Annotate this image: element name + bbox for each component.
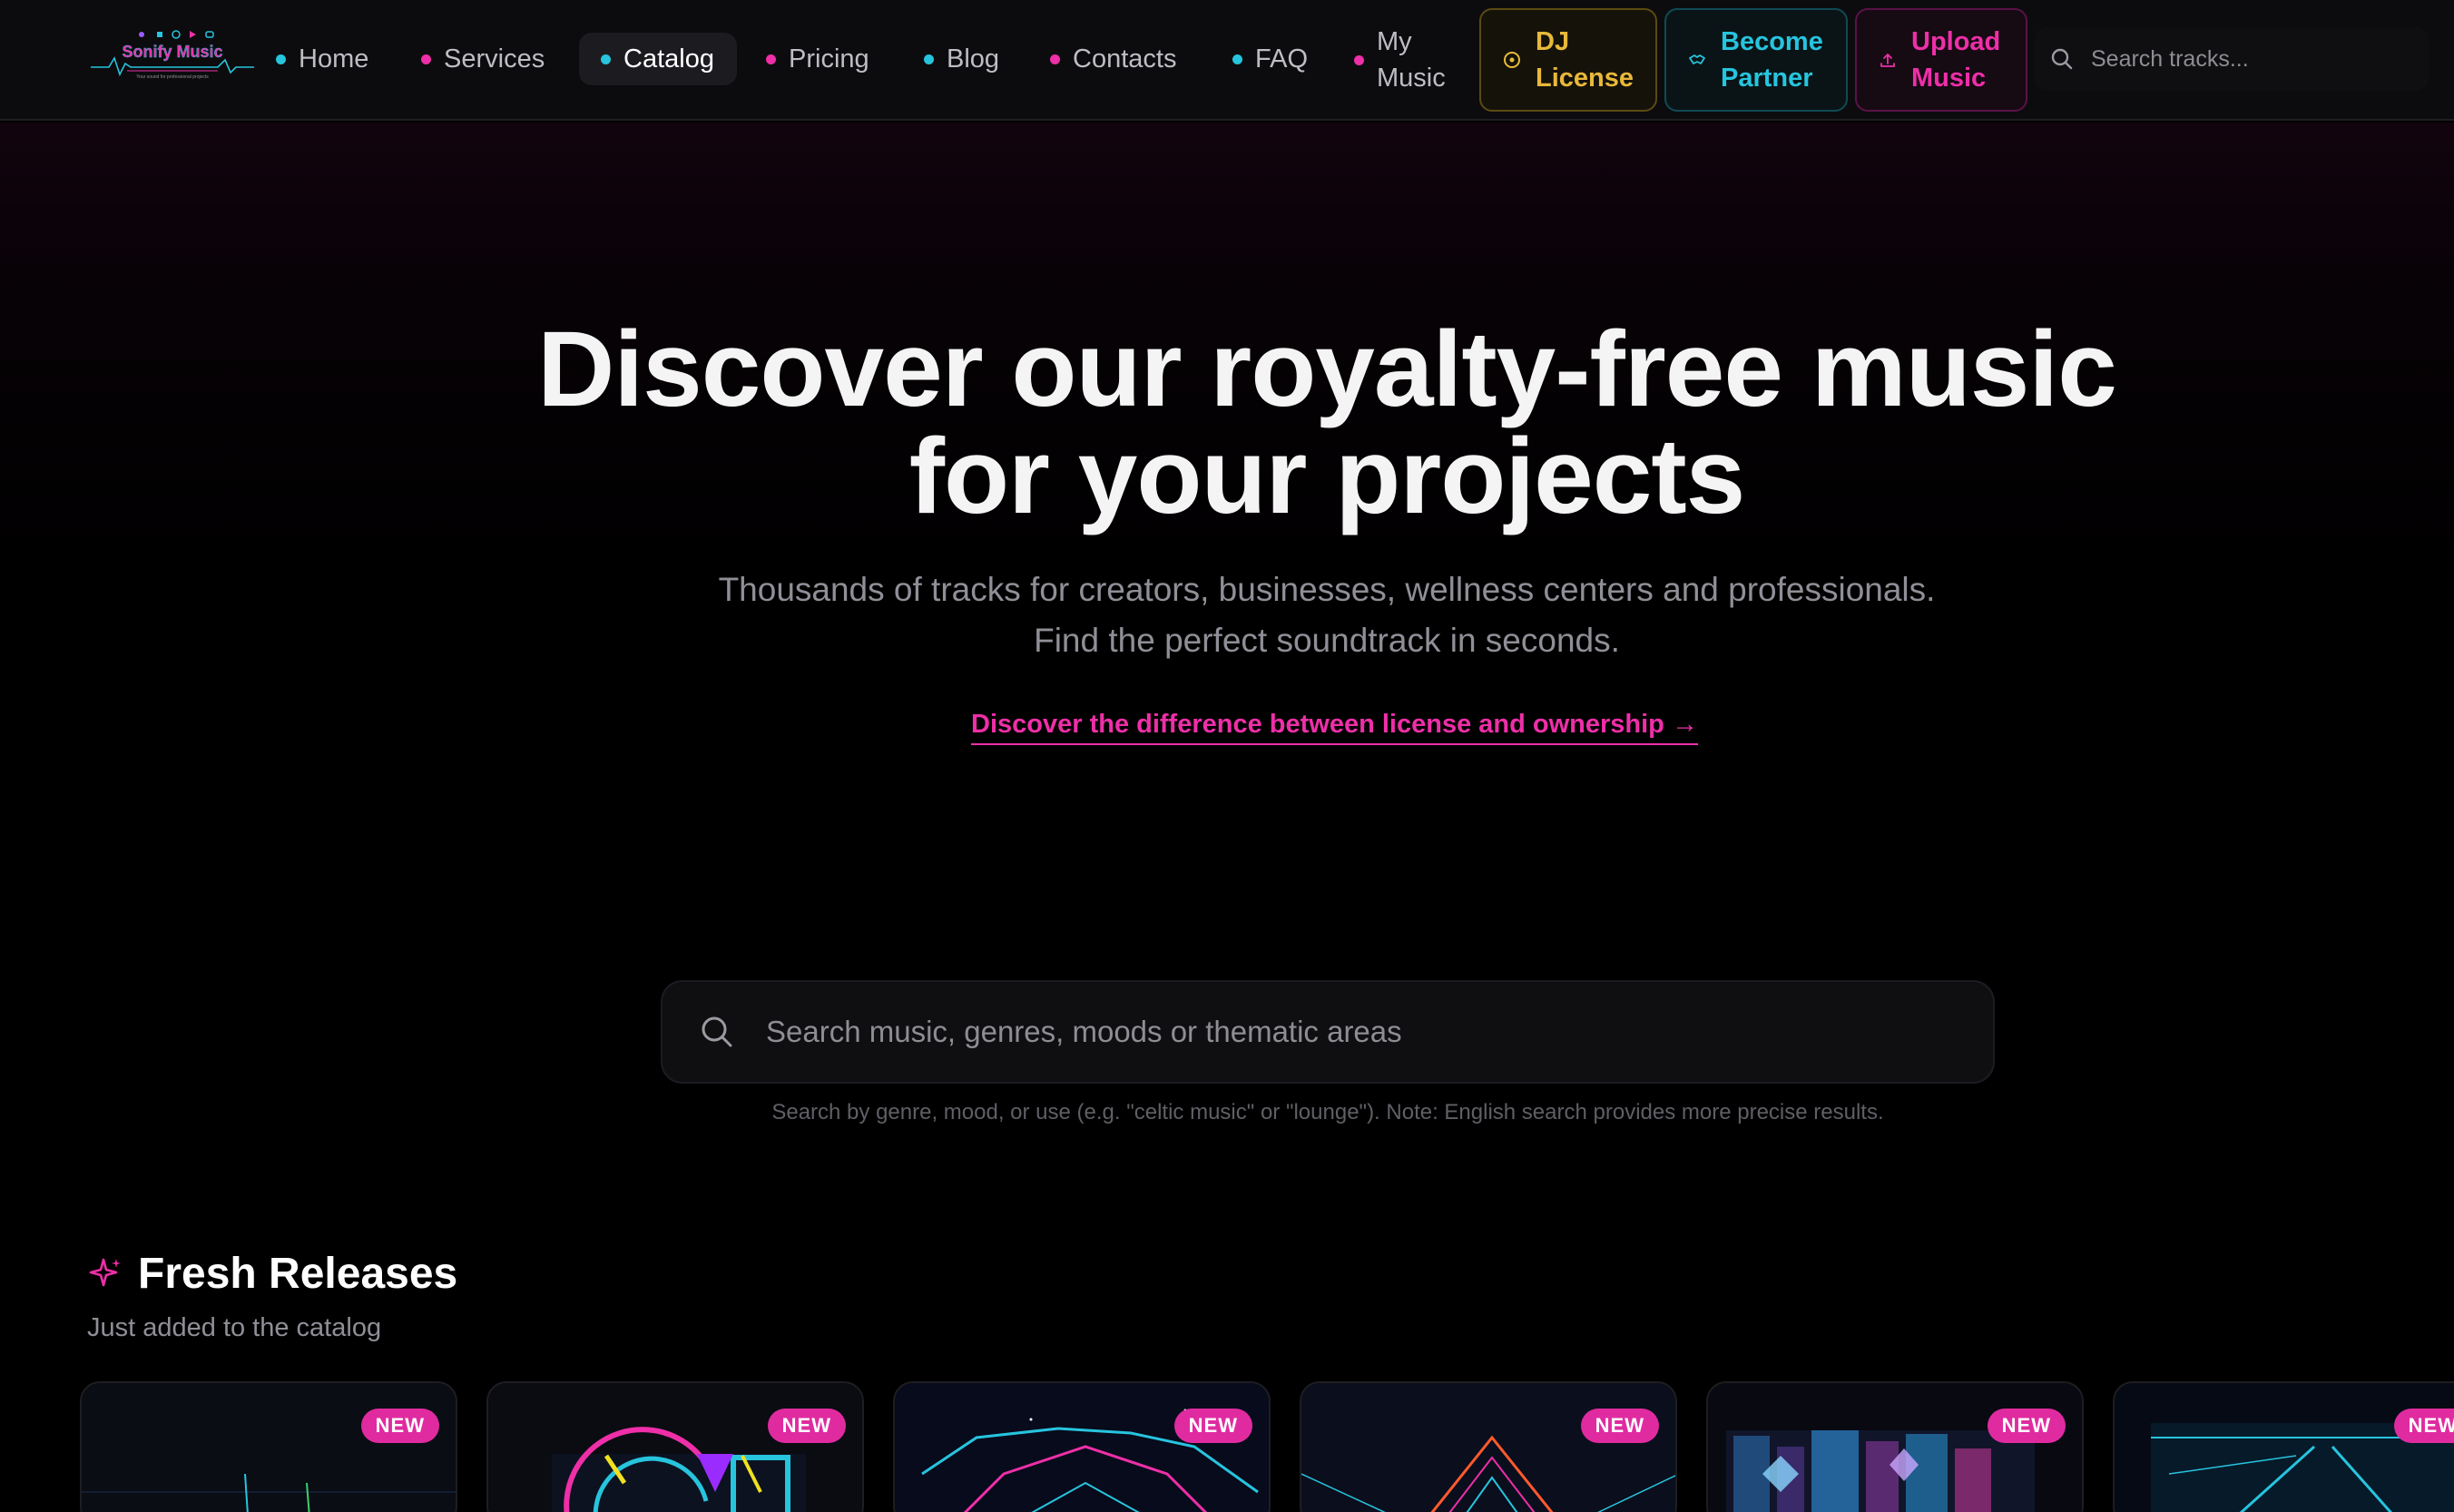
nav-my-music-label: My Music xyxy=(1377,27,1446,93)
nav-blog[interactable]: Blog xyxy=(924,33,999,85)
nav-pricing-label: Pricing xyxy=(789,44,869,74)
nav-services-label: Services xyxy=(444,44,545,74)
nav-faq-label: FAQ xyxy=(1255,44,1309,74)
nav-my-music[interactable]: My Music xyxy=(1354,24,1458,96)
nav-catalog-label: Catalog xyxy=(623,44,714,74)
nav-blog-label: Blog xyxy=(947,44,1000,74)
album-art-neon-geometric-shapes xyxy=(488,1383,862,1512)
logo-wordmark: Sonify Music xyxy=(122,43,222,61)
nav-dot xyxy=(1050,54,1060,64)
new-badge: NEW xyxy=(1173,1409,1252,1443)
album-art-neon-city-skyline xyxy=(1708,1383,2082,1512)
album-art-neon-tunnel xyxy=(2115,1383,2454,1512)
main-search-input[interactable] xyxy=(766,1015,1946,1049)
nav-search-input[interactable] xyxy=(2091,45,2418,73)
search-hint: Search by genre, mood, or use (e.g. "cel… xyxy=(771,1100,1884,1124)
nav-dot xyxy=(276,54,286,64)
album-art-neon-triangle-lights xyxy=(895,1383,1269,1512)
fresh-releases-subtitle: Just added to the catalog xyxy=(87,1313,382,1342)
nav-home-label: Home xyxy=(299,44,369,74)
upload-icon xyxy=(1880,54,1895,67)
dj-license-button[interactable]: DJ License xyxy=(1479,8,1657,112)
new-badge: NEW xyxy=(1580,1409,1659,1443)
upload-music-label: Upload Music xyxy=(1911,27,2001,93)
release-card[interactable]: NEW xyxy=(1300,1381,1677,1512)
brand-logo[interactable]: Sonify Music Your sound for professional… xyxy=(91,27,254,83)
release-card[interactable]: NEW xyxy=(893,1381,1271,1512)
top-navbar: Sonify Music Your sound for professional… xyxy=(0,0,2454,121)
nav-dot xyxy=(924,54,934,64)
release-card[interactable]: NEW xyxy=(2113,1381,2454,1512)
license-vs-ownership-link[interactable]: Discover the difference between license … xyxy=(971,710,1698,745)
new-badge: NEW xyxy=(2393,1409,2454,1443)
fresh-releases-title: Fresh Releases xyxy=(138,1250,458,1298)
nav-pricing[interactable]: Pricing xyxy=(766,33,869,85)
become-partner-label: Become Partner xyxy=(1721,27,1823,93)
nav-faq[interactable]: FAQ xyxy=(1232,33,1308,85)
dj-license-label: DJ License xyxy=(1536,27,1634,93)
nav-dot xyxy=(766,54,776,64)
search-icon xyxy=(2051,48,2073,70)
album-art-neon-mountain-peaks xyxy=(1301,1383,1675,1512)
hero-title: Discover our royalty-free music for your… xyxy=(537,309,2117,536)
new-badge: NEW xyxy=(767,1409,846,1443)
release-card[interactable]: NEW xyxy=(1706,1381,2084,1512)
album-art-neon-city-grid xyxy=(82,1383,456,1512)
nav-catalog[interactable]: Catalog xyxy=(579,33,737,85)
nav-search-box[interactable] xyxy=(2035,27,2429,91)
handshake-icon xyxy=(1689,54,1705,64)
sparkles-icon xyxy=(89,1258,121,1286)
fresh-releases-heading: Fresh Releases xyxy=(87,1249,457,1299)
vinyl-icon xyxy=(1504,52,1520,68)
release-card[interactable]: NEW xyxy=(486,1381,864,1512)
new-badge: NEW xyxy=(360,1409,439,1443)
nav-home[interactable]: Home xyxy=(276,33,368,85)
nav-dot xyxy=(1354,54,1364,65)
upload-music-button[interactable]: Upload Music xyxy=(1855,8,2027,112)
release-card[interactable]: NEW xyxy=(80,1381,457,1512)
nav-dot xyxy=(1232,54,1242,64)
search-icon xyxy=(702,1016,732,1047)
nav-dot xyxy=(421,54,431,64)
nav-contacts-label: Contacts xyxy=(1073,44,1177,74)
main-search-box[interactable] xyxy=(661,980,1995,1084)
nav-dot xyxy=(601,54,611,64)
become-partner-button[interactable]: Become Partner xyxy=(1664,8,1848,112)
new-badge: NEW xyxy=(1987,1409,2066,1443)
nav-contacts[interactable]: Contacts xyxy=(1050,33,1176,85)
nav-services[interactable]: Services xyxy=(421,33,545,85)
hero-subtitle: Thousands of tracks for creators, busine… xyxy=(718,571,1936,659)
logo-tagline: Your sound for professional projects xyxy=(136,74,209,80)
